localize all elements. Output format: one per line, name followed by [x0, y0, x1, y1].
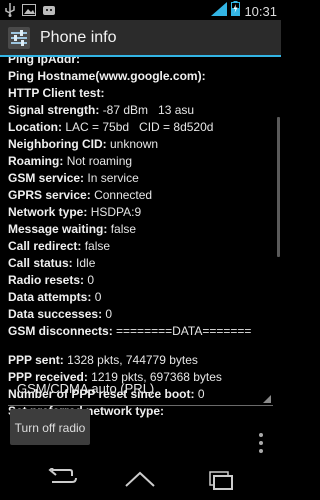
info-row-call-status: Call status: Idle — [8, 255, 275, 272]
dot — [259, 441, 263, 445]
info-row-gsm-service: GSM service: In service — [8, 170, 275, 187]
info-label: Neighboring CID: — [8, 137, 107, 151]
info-value: HSDPA:9 — [90, 205, 142, 219]
info-row-location: Location: LAC = 75bd CID = 8d520d — [8, 119, 275, 136]
dot — [259, 433, 263, 437]
info-row-call-redirect: Call redirect: false — [8, 238, 275, 255]
info-label: Location: — [8, 120, 62, 134]
scrollbar[interactable] — [277, 117, 280, 257]
button-label: Turn off radio — [14, 421, 86, 435]
info-label: Message waiting: — [8, 222, 108, 236]
info-row-ping-ipaddr: Ping IpAddr: — [8, 57, 275, 68]
spinner-arrow-icon — [263, 395, 271, 403]
status-bar: 10:31 — [0, 0, 281, 20]
info-row-gprs-service: GPRS service: Connected — [8, 187, 275, 204]
info-label: HTTP Client test: — [8, 86, 105, 100]
info-value: 1328 pkts, 744779 bytes — [67, 353, 198, 367]
overflow-menu-icon[interactable] — [258, 433, 264, 453]
recent-apps-icon[interactable] — [200, 468, 240, 492]
info-value: ========DATA======= — [116, 324, 252, 338]
turn-off-radio-button[interactable]: Turn off radio — [10, 409, 90, 445]
info-label: GSM service: — [8, 171, 85, 185]
info-value: 0 — [87, 273, 95, 287]
info-value: Connected — [94, 188, 153, 202]
info-row-signal-strength: Signal strength: -87 dBm 13 asu — [8, 102, 275, 119]
info-row-roaming: Roaming: Not roaming — [8, 153, 275, 170]
info-value: Not roaming — [66, 154, 133, 168]
info-value: LAC = 75bd CID = 8d520d — [65, 120, 214, 134]
info-value: 0 — [94, 290, 102, 304]
info-row-neighboring-cid: Neighboring CID: unknown — [8, 136, 275, 153]
phone-info-scroll-view[interactable]: Ping IpAddr: Ping Hostname(www.google.co… — [0, 57, 281, 460]
info-label: Radio resets: — [8, 273, 85, 287]
info-label: Call status: — [8, 256, 73, 270]
info-value: -87 dBm 13 asu — [102, 103, 195, 117]
info-row-ping-hostname: Ping Hostname(www.google.com): — [8, 68, 275, 85]
info-value: 0 — [105, 307, 113, 321]
spinner-selected-value: GSM/CDMA auto (PRL) — [17, 381, 155, 396]
info-label: Roaming: — [8, 154, 64, 168]
signal-icon — [211, 1, 228, 21]
action-bar: Phone info — [0, 20, 281, 57]
info-row-data-successes: Data successes: 0 — [8, 306, 275, 323]
info-label: Ping Hostname(www.google.com): — [8, 69, 206, 83]
info-row-data-attempts: Data attempts: 0 — [8, 289, 275, 306]
info-value: unknown — [110, 137, 159, 151]
info-row-network-type: Network type: HSDPA:9 — [8, 204, 275, 221]
settings-app-icon[interactable] — [7, 26, 31, 50]
section-divider — [8, 340, 275, 352]
info-value: false — [84, 239, 111, 253]
dot — [259, 449, 263, 453]
info-value: Idle — [76, 256, 96, 270]
info-label: Network type: — [8, 205, 88, 219]
info-row-http-client-test: HTTP Client test: — [8, 85, 275, 102]
info-value: In service — [87, 171, 139, 185]
info-row-ppp-sent: PPP sent: 1328 pkts, 744779 bytes — [8, 352, 275, 369]
info-label: Data successes: — [8, 307, 103, 321]
info-label: Call redirect: — [8, 239, 82, 253]
clock: 10:31 — [244, 3, 277, 19]
info-row-radio-resets: Radio resets: 0 — [8, 272, 275, 289]
back-icon[interactable] — [42, 464, 82, 492]
info-row-gsm-disconnects: GSM disconnects: ========DATA======= — [8, 323, 275, 340]
navigation-bar — [0, 460, 281, 500]
battery-charging-icon — [231, 1, 241, 21]
info-label: Signal strength: — [8, 103, 100, 117]
home-icon[interactable] — [120, 468, 160, 492]
preferred-network-spinner[interactable]: GSM/CDMA auto (PRL) — [8, 375, 273, 406]
info-label: Ping IpAddr: — [8, 57, 80, 66]
info-label: PPP sent: — [8, 353, 64, 367]
info-value: false — [110, 222, 137, 236]
info-row-message-waiting: Message waiting: false — [8, 221, 275, 238]
info-label: GPRS service: — [8, 188, 91, 202]
info-label: Data attempts: — [8, 290, 92, 304]
info-label: GSM disconnects: — [8, 324, 113, 338]
page-title: Phone info — [40, 29, 117, 46]
